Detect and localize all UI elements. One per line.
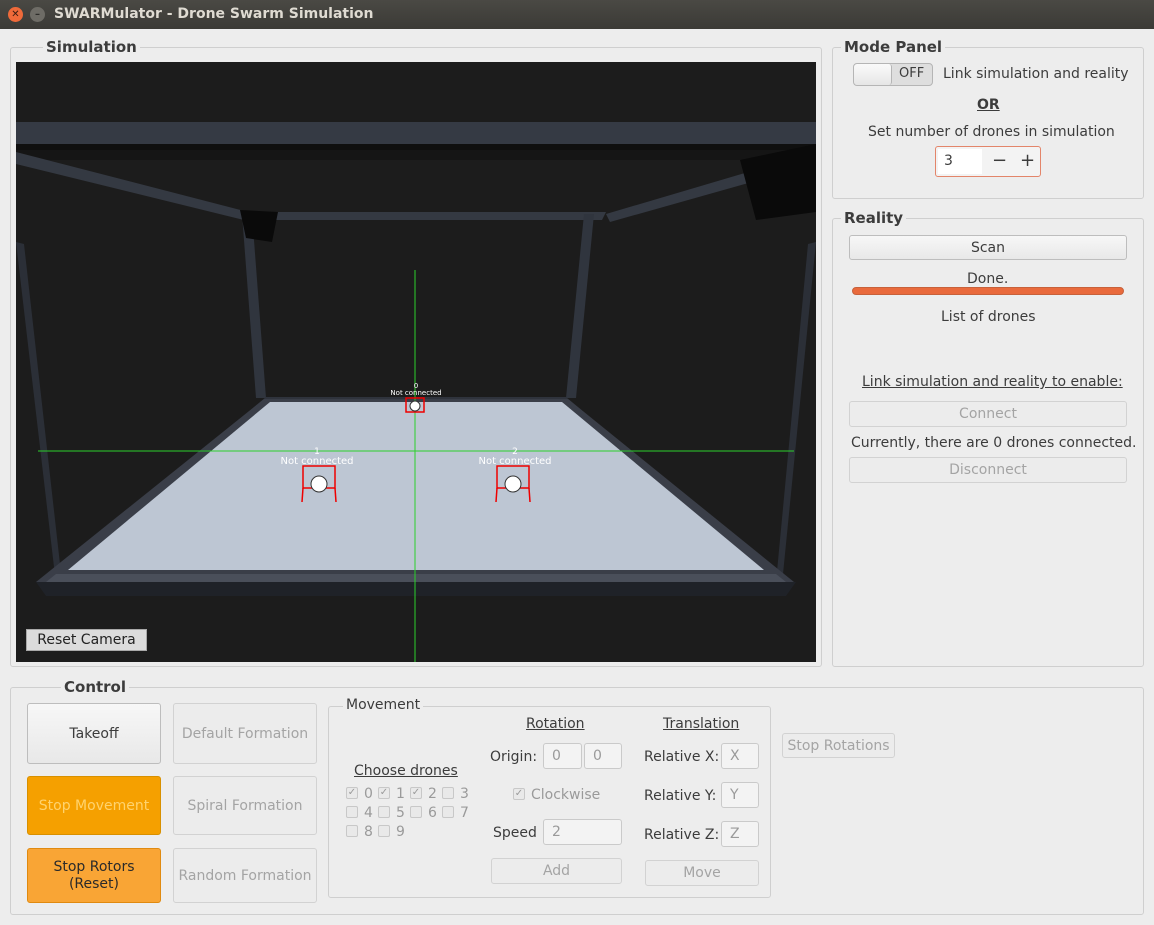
drone-checkbox-label-3: 3	[460, 786, 469, 802]
reset-camera-button[interactable]: Reset Camera	[26, 629, 147, 651]
scan-progress-bar	[852, 287, 1124, 295]
drone-checkbox-1[interactable]: ✓	[378, 787, 390, 799]
relative-x-label: Relative X:	[644, 749, 720, 765]
origin-x-input[interactable]: 0	[543, 743, 582, 769]
control-group-title: Control	[61, 678, 130, 696]
drone-checkbox-label-7: 7	[460, 805, 469, 821]
drone-checkbox-3[interactable]	[442, 787, 454, 799]
toggle-state-label: OFF	[899, 66, 925, 81]
add-rotation-button[interactable]: Add	[491, 858, 622, 884]
link-reality-toggle[interactable]: OFF	[853, 63, 933, 86]
connect-button[interactable]: Connect	[849, 401, 1127, 427]
rotation-title: Rotation	[526, 716, 585, 732]
relative-z-label: Relative Z:	[644, 827, 720, 843]
spiral-formation-button[interactable]: Spiral Formation	[173, 776, 317, 835]
speed-label: Speed	[493, 825, 537, 841]
relative-z-input[interactable]: Z	[721, 821, 759, 847]
drone-checkbox-label-6: 6	[428, 805, 437, 821]
set-drone-count-label: Set number of drones in simulation	[868, 124, 1115, 140]
connected-info-label: Currently, there are 0 drones connected.	[851, 435, 1137, 451]
drone-status-0: Not connected	[390, 389, 441, 397]
scan-status: Done.	[967, 271, 1009, 287]
disconnect-button[interactable]: Disconnect	[849, 457, 1127, 483]
drone-checkbox-label-9: 9	[396, 824, 405, 840]
drone-checkbox-4[interactable]	[346, 806, 358, 818]
drone-checkbox-label-2: 2	[428, 786, 437, 802]
drone-checkbox-7[interactable]	[442, 806, 454, 818]
relative-y-input[interactable]: Y	[721, 782, 759, 808]
close-window-icon[interactable]: ✕	[8, 7, 23, 22]
random-formation-button[interactable]: Random Formation	[173, 848, 317, 903]
drone-count-value[interactable]: 3	[938, 149, 982, 174]
increment-icon[interactable]: +	[1020, 150, 1035, 171]
origin-label: Origin:	[490, 749, 538, 765]
relative-x-input[interactable]: X	[721, 743, 759, 769]
clockwise-label: Clockwise	[531, 787, 601, 803]
drone-checkbox-label-8: 8	[364, 824, 373, 840]
title-bar: ✕ – SWARMulator - Drone Swarm Simulation	[0, 0, 1154, 29]
takeoff-button[interactable]: Takeoff	[27, 703, 161, 764]
drone-count-spinbox[interactable]: 3 − +	[935, 146, 1041, 177]
drone-checkbox-2[interactable]: ✓	[410, 787, 422, 799]
speed-input[interactable]: 2	[543, 819, 622, 845]
simulation-viewport[interactable]: 0 Not connected 1 Not connected 2 Not co…	[16, 62, 816, 662]
drone-checkbox-label-1: 1	[396, 786, 405, 802]
drone-status-1: Not connected	[280, 456, 353, 467]
stop-movement-button[interactable]: Stop Movement	[27, 776, 161, 835]
drone-checkbox-label-5: 5	[396, 805, 405, 821]
toggle-knob	[854, 64, 892, 85]
drone-checkbox-label-0: 0	[364, 786, 373, 802]
drone-status-2: Not connected	[478, 456, 551, 467]
arena-3d-view: 0 Not connected 1 Not connected 2 Not co…	[16, 122, 816, 662]
or-label: OR	[977, 97, 1000, 113]
reality-group-title: Reality	[841, 209, 907, 227]
drone-checkbox-9[interactable]	[378, 825, 390, 837]
default-formation-button[interactable]: Default Formation	[173, 703, 317, 764]
minimize-window-icon[interactable]: –	[30, 7, 45, 22]
stop-rotations-button[interactable]: Stop Rotations	[782, 733, 895, 758]
list-of-drones-label: List of drones	[941, 309, 1036, 325]
clockwise-checkbox[interactable]: ✓	[513, 788, 525, 800]
window-title: SWARMulator - Drone Swarm Simulation	[54, 6, 374, 22]
relative-y-label: Relative Y:	[644, 788, 717, 804]
choose-drones-label: Choose drones	[354, 763, 458, 779]
mode-panel-group-title: Mode Panel	[841, 38, 946, 56]
link-simulation-label: Link simulation and reality	[943, 66, 1129, 82]
link-hint-label: Link simulation and reality to enable:	[862, 374, 1123, 390]
drone-checkbox-5[interactable]	[378, 806, 390, 818]
stop-rotors-button[interactable]: Stop Rotors (Reset)	[27, 848, 161, 903]
drone-checkbox-0[interactable]: ✓	[346, 787, 358, 799]
simulation-group-title: Simulation	[43, 38, 140, 56]
drone-checkbox-8[interactable]	[346, 825, 358, 837]
decrement-icon[interactable]: −	[992, 150, 1007, 171]
drone-checkbox-6[interactable]	[410, 806, 422, 818]
scan-button[interactable]: Scan	[849, 235, 1127, 260]
move-button[interactable]: Move	[645, 860, 759, 886]
movement-group-title: Movement	[343, 697, 424, 713]
origin-y-input[interactable]: 0	[584, 743, 622, 769]
translation-title: Translation	[663, 716, 740, 732]
drone-checkbox-label-4: 4	[364, 805, 373, 821]
